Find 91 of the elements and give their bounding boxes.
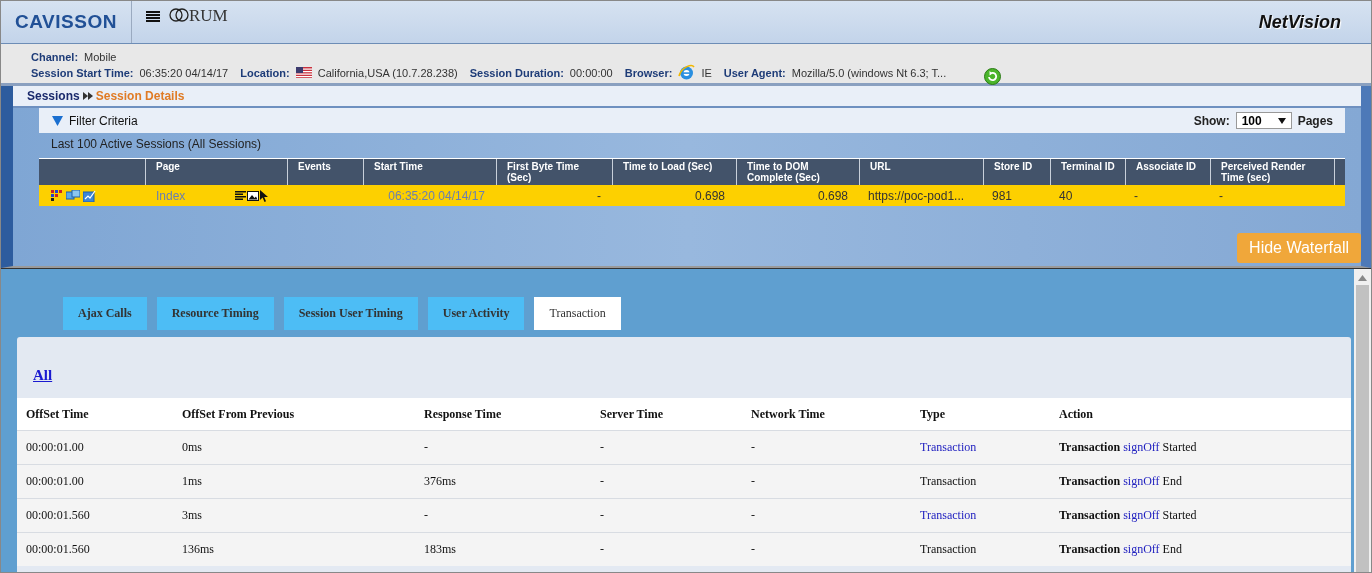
scrollbar-thumb[interactable]	[1356, 285, 1369, 572]
table-cell-text: 0.698	[693, 188, 726, 203]
table-cell-text: https://poc-pod1...	[867, 188, 966, 203]
menu-icon[interactable]	[146, 11, 160, 22]
image-icon	[247, 190, 259, 201]
table-cell-text: 1ms	[182, 474, 203, 489]
field-value: 00:00:00	[569, 66, 613, 79]
column-header: Action	[1059, 406, 1094, 422]
table-cell-text: 0ms	[182, 440, 203, 455]
field-value: Mobile	[84, 50, 117, 63]
field-label: Session Duration:	[469, 66, 564, 79]
tab[interactable]: Resource Timing	[156, 297, 274, 330]
pages-label: Pages	[1297, 113, 1333, 128]
column-header: OffSet Time	[26, 406, 90, 422]
tab[interactable]: Session User Timing	[283, 297, 418, 330]
windows-icon	[66, 190, 80, 201]
scroll-up-icon	[1358, 275, 1367, 281]
column-header: OffSet From Previous	[182, 406, 296, 422]
table-cell-text: 183ms	[424, 542, 457, 557]
refresh-icon[interactable]	[984, 68, 1002, 85]
show-label: Show:	[1193, 113, 1230, 128]
browser-icon	[678, 64, 696, 81]
table-cell-text: 00:00:01.00	[26, 440, 85, 455]
field-value: 06:35:20 04/14/17	[139, 66, 229, 79]
action-link[interactable]: signOff	[1123, 474, 1160, 488]
field-value: California,USA (10.7.28.238)	[317, 66, 458, 79]
sessions-caption: Last 100 Active Sessions (All Sessions)	[50, 136, 263, 153]
table-cell-text: -	[1133, 188, 1139, 203]
breadcrumb-link[interactable]: Sessions	[27, 89, 80, 103]
scrollbar[interactable]	[1354, 269, 1371, 572]
table-cell-text: -	[600, 474, 605, 489]
table-cell-text: 376ms	[424, 474, 457, 489]
field-label: Location:	[240, 66, 290, 79]
filter-title[interactable]: Filter Criteria	[69, 113, 138, 128]
type-link[interactable]: Transaction	[920, 508, 977, 522]
column-header: Network Time	[751, 406, 826, 422]
chart-icon	[83, 189, 96, 202]
type-text: Transaction	[920, 542, 977, 556]
field-label: Channel:	[31, 50, 79, 63]
table-cell-text: -	[751, 508, 756, 523]
table-cell-text: -	[751, 440, 756, 455]
type-link[interactable]: Transaction	[920, 440, 977, 454]
table-cell-text: -	[600, 508, 605, 523]
field-label: Session Start Time:	[31, 66, 134, 79]
column-header: Response Time	[424, 406, 503, 422]
field-value: Mozilla/5.0 (windows Nt 6.3; T...	[791, 66, 947, 79]
product-name: RUM	[189, 6, 228, 26]
table-cell-text: 00:00:01.00	[26, 474, 85, 489]
rings-icon	[169, 8, 189, 22]
action-link[interactable]: signOff	[1123, 440, 1160, 454]
tab[interactable]: User Activity	[427, 297, 525, 330]
table-cell-text: -	[600, 542, 605, 557]
table-cell-text: -	[424, 508, 429, 523]
logo-text: CAVISSON	[15, 11, 117, 33]
table-cell-text: -	[1218, 188, 1224, 203]
action-text: Transaction signOff End	[1059, 474, 1182, 488]
field-label: Browser:	[624, 66, 673, 79]
action-text: Transaction signOff End	[1059, 542, 1182, 556]
table-cell-text: 00:00:01.560	[26, 542, 91, 557]
table-cell-text: -	[751, 474, 756, 489]
type-text: Transaction	[920, 474, 977, 488]
column-header: Server Time	[600, 406, 664, 422]
field-label: User Agent:	[723, 66, 786, 79]
table-cell-text: -	[600, 440, 605, 455]
action-text: Transaction signOff Started	[1059, 508, 1197, 522]
table-cell-text: 0.698	[816, 188, 849, 203]
field-value: IE	[701, 66, 712, 79]
action-link[interactable]: signOff	[1123, 542, 1160, 556]
action-link[interactable]: signOff	[1123, 508, 1160, 522]
table-cell-text: -	[424, 440, 429, 455]
all-link[interactable]: All	[33, 367, 53, 384]
table-cell-text: 00:00:01.560	[26, 508, 91, 523]
brand-name: NetVision	[1258, 11, 1341, 33]
grid-icon	[51, 190, 63, 201]
cursor-icon	[260, 189, 268, 202]
table-cell-text: 40	[1058, 188, 1074, 203]
table-cell-text: -	[596, 188, 602, 203]
tab[interactable]: Transaction	[534, 297, 621, 330]
flag-icon	[295, 67, 312, 78]
column-header: Type	[920, 406, 947, 422]
double-arrow-icon	[82, 92, 93, 100]
dropdown-arrow-icon	[1277, 117, 1286, 124]
table-cell-text: -	[751, 542, 756, 557]
table-cell-text: 3ms	[182, 508, 203, 523]
action-text: Transaction signOff Started	[1059, 440, 1197, 454]
table-cell-text: 136ms	[182, 542, 215, 557]
text-lines-icon	[235, 191, 246, 200]
page-size-select[interactable]: 100	[1235, 112, 1292, 129]
table-cell-text: 981	[991, 188, 1014, 203]
tab[interactable]: Ajax Calls	[63, 297, 147, 330]
caret-down-icon[interactable]	[52, 115, 63, 126]
